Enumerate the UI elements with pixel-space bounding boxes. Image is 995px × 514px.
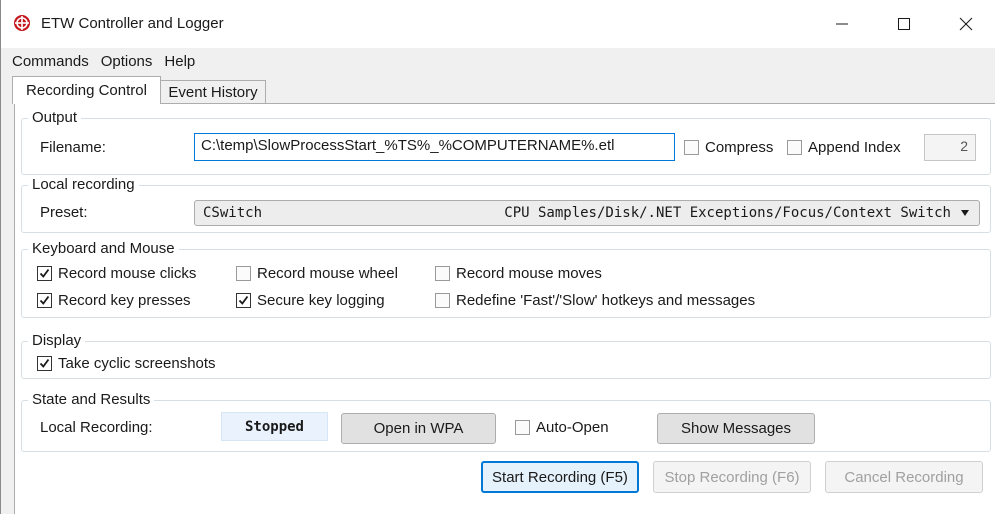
tab-recording-control[interactable]: Recording Control [12, 76, 161, 104]
dropdown-arrow-icon [961, 210, 969, 216]
local-recording-group: Local recording Preset: CSwitch CPU Samp… [21, 176, 991, 233]
display-group-label: Display [28, 332, 86, 349]
checkmark-icon [39, 358, 50, 368]
maximize-icon [898, 18, 910, 30]
append-index-label: Append Index [808, 139, 901, 156]
preset-description: CPU Samples/Disk/.NET Exceptions/Focus/C… [504, 205, 951, 221]
state-results-group: State and Results Local Recording: Stopp… [21, 391, 991, 452]
append-index-check-box [787, 140, 802, 155]
preset-name: CSwitch [203, 205, 263, 221]
append-index-checkbox[interactable]: Append Index [787, 139, 901, 156]
title-bar: ETW Controller and Logger [1, 0, 995, 48]
keyboard-mouse-group: Keyboard and Mouse Record mouse clicks R… [21, 240, 991, 318]
stop-recording-button[interactable]: Stop Recording (F6) [653, 461, 811, 493]
keyboard-mouse-group-label: Keyboard and Mouse [28, 240, 179, 257]
filename-input[interactable]: C:\temp\SlowProcessStart_%TS%_%COMPUTERN… [194, 133, 675, 161]
compress-checkbox[interactable]: Compress [684, 139, 773, 156]
record-mouse-moves-checkbox[interactable]: Record mouse moves [435, 265, 602, 282]
record-mouse-wheel-checkbox[interactable]: Record mouse wheel [236, 265, 398, 282]
preset-dropdown[interactable]: CSwitch CPU Samples/Disk/.NET Exceptions… [194, 200, 980, 226]
secure-key-logging-check-box [236, 293, 251, 308]
record-mouse-moves-label: Record mouse moves [456, 265, 602, 282]
recording-status-value: Stopped [221, 412, 328, 441]
open-in-wpa-button[interactable]: Open in WPA [341, 413, 496, 444]
auto-open-checkbox[interactable]: Auto-Open [515, 419, 609, 436]
record-mouse-wheel-label: Record mouse wheel [257, 265, 398, 282]
filename-label: Filename: [40, 139, 106, 156]
output-group-label: Output [28, 109, 82, 126]
local-recording-group-label: Local recording [28, 176, 139, 193]
output-group: Output Filename: C:\temp\SlowProcessStar… [21, 109, 991, 175]
cyclic-screenshots-checkbox[interactable]: Take cyclic screenshots [37, 355, 216, 372]
record-mouse-clicks-label: Record mouse clicks [58, 265, 197, 282]
secure-key-logging-label: Secure key logging [257, 292, 385, 309]
close-icon [959, 17, 973, 31]
record-key-presses-checkbox[interactable]: Record key presses [37, 292, 191, 309]
start-recording-button[interactable]: Start Recording (F5) [481, 461, 639, 493]
tab-event-history[interactable]: Event History [160, 80, 266, 104]
close-button[interactable] [935, 0, 995, 48]
auto-open-label: Auto-Open [536, 419, 609, 436]
window-title: ETW Controller and Logger [41, 15, 224, 32]
tab-panel-recording-control: Output Filename: C:\temp\SlowProcessStar… [14, 103, 995, 514]
etw-logo-icon [14, 15, 30, 31]
minimize-icon [836, 23, 848, 25]
menu-help[interactable]: Help [159, 53, 200, 70]
compress-label: Compress [705, 139, 774, 156]
tab-strip: Recording Control Event History [1, 74, 995, 104]
menu-options[interactable]: Options [96, 53, 158, 70]
checkmark-icon [39, 268, 50, 278]
maximize-button[interactable] [873, 0, 935, 48]
secure-key-logging-checkbox[interactable]: Secure key logging [236, 292, 385, 309]
preset-label: Preset: [40, 204, 88, 221]
cancel-recording-button[interactable]: Cancel Recording [825, 461, 983, 493]
redefine-hotkeys-label: Redefine 'Fast'/'Slow' hotkeys and messa… [456, 292, 756, 309]
cyclic-screenshots-check-box [37, 356, 52, 371]
redefine-hotkeys-checkbox[interactable]: Redefine 'Fast'/'Slow' hotkeys and messa… [435, 292, 755, 309]
checkmark-icon [238, 295, 249, 305]
display-group: Display Take cyclic screenshots [21, 332, 991, 379]
record-mouse-clicks-check-box [37, 266, 52, 281]
record-key-presses-check-box [37, 293, 52, 308]
show-messages-button[interactable]: Show Messages [657, 413, 815, 444]
record-key-presses-label: Record key presses [58, 292, 191, 309]
record-mouse-moves-check-box [435, 266, 450, 281]
app-window: ETW Controller and Logger Commands Optio… [0, 0, 995, 514]
redefine-hotkeys-check-box [435, 293, 450, 308]
auto-open-check-box [515, 420, 530, 435]
cyclic-screenshots-label: Take cyclic screenshots [58, 355, 216, 372]
compress-check-box [684, 140, 699, 155]
menu-commands[interactable]: Commands [7, 53, 94, 70]
local-recording-status-label: Local Recording: [40, 419, 153, 436]
menu-bar: Commands Options Help [1, 48, 995, 74]
append-index-value-input[interactable]: 2 [924, 134, 976, 161]
state-results-group-label: State and Results [28, 391, 155, 408]
record-mouse-wheel-check-box [236, 266, 251, 281]
checkmark-icon [39, 295, 50, 305]
minimize-button[interactable] [811, 0, 873, 48]
record-mouse-clicks-checkbox[interactable]: Record mouse clicks [37, 265, 196, 282]
